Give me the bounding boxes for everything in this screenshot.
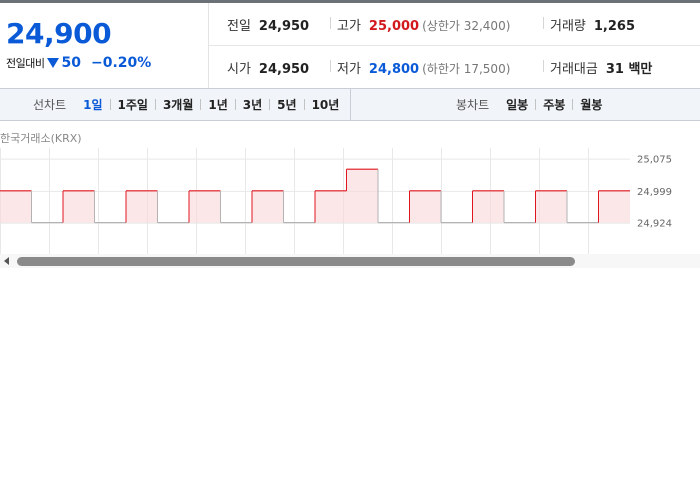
stat-label: 거래량 [550,19,586,34]
period-10y[interactable]: 10년 [305,96,347,113]
stat-high: 고가 25,000 (상한가 32,400) [337,15,510,34]
chart-period-bar: 선차트 1일 1주일 3개월 1년 3년 5년 10년 봉차트 일봉 주봉 월봉 [0,88,700,121]
stat-value: 31 백만 [605,62,653,77]
stat-label: 고가 [337,19,361,34]
y-tick-label: 24,924 [637,219,672,230]
stat-open: 시가 24,950 [227,58,309,77]
line-chart-periods: 선차트 1일 1주일 3개월 1년 3년 5년 10년 [0,89,351,120]
line-chart-title: 선차트 [33,98,67,112]
period-1y[interactable]: 1년 [201,96,234,113]
divider [330,17,331,29]
price-fill-area [346,169,378,223]
down-arrow-icon [47,58,60,68]
data-source-label: 한국거래소(KRX) [0,132,82,145]
stats-row-2: 시가 24,950 저가 24,800 (하한가 17,500) 거래대금 31 백만 [209,46,700,88]
divider [330,60,331,72]
period-3m[interactable]: 3개월 [156,96,200,113]
price-fill-area [126,190,158,223]
divider [543,17,544,29]
stat-label: 시가 [227,62,251,77]
scroll-left-arrow-icon[interactable] [4,257,9,265]
stat-value: 25,000 [368,19,420,34]
stat-value: 24,950 [258,62,310,77]
price-fill-area [472,190,504,223]
intraday-chart: 25,075 24,999 24,924 [0,148,700,254]
upper-limit: (상한가 32,400) [422,19,511,33]
period-3y[interactable]: 3년 [236,96,269,113]
change-label: 전일대비 [6,57,45,70]
stat-value: 24,800 [368,62,420,77]
period-5y[interactable]: 5년 [270,96,303,113]
period-weekly-candle[interactable]: 주봉 [536,96,572,113]
price-fill-area [315,190,347,223]
stat-label: 거래대금 [550,62,598,77]
y-tick-label: 25,075 [637,155,672,166]
candle-chart-periods: 봉차트 일봉 주봉 월봉 [351,89,700,120]
stat-label: 저가 [337,62,361,77]
period-daily-candle[interactable]: 일봉 [499,96,535,113]
period-1w[interactable]: 1주일 [111,96,155,113]
stat-prev-close: 전일 24,950 [227,15,309,34]
y-tick-label: 24,999 [637,187,672,198]
lower-limit: (하한가 17,500) [422,62,511,76]
price-fill-area [0,190,32,223]
current-price-box: 24,900 전일대비 50 −0.20% [0,3,209,88]
price-fill-area [252,190,284,223]
stats-table: 전일 24,950 고가 25,000 (상한가 32,400) 거래량 1,265 시… [209,3,700,88]
price-fill-area [63,190,95,223]
price-fill-area [535,190,567,223]
period-monthly-candle[interactable]: 월봉 [573,96,609,113]
stat-volume: 거래량 1,265 [550,15,635,34]
price-fill-area [409,190,441,223]
stat-low: 저가 24,800 (하한가 17,500) [337,58,510,77]
stats-row-1: 전일 24,950 고가 25,000 (상한가 32,400) 거래량 1,265 [209,3,700,46]
stat-value: 1,265 [593,19,636,34]
price-fill-area [598,190,630,223]
stat-label: 전일 [227,19,251,34]
current-price: 24,900 [6,17,112,50]
change-amount: 50 [61,55,81,71]
price-fill-area [189,190,221,223]
price-line-chart: 25,075 24,999 24,924 [0,148,672,254]
change-row: 전일대비 50 −0.20% [6,53,151,73]
scroll-thumb[interactable] [17,257,575,266]
period-1d[interactable]: 1일 [76,96,109,113]
divider [543,60,544,72]
stat-value: 24,950 [258,19,310,34]
change-percent: −0.20% [90,55,152,71]
chart-horizontal-scrollbar[interactable] [0,254,700,268]
candle-chart-title: 봉차트 [456,98,490,112]
stat-amount: 거래대금 31 백만 [550,58,652,77]
price-summary: 24,900 전일대비 50 −0.20% 전일 24,950 고가 25,000(… [0,3,700,88]
